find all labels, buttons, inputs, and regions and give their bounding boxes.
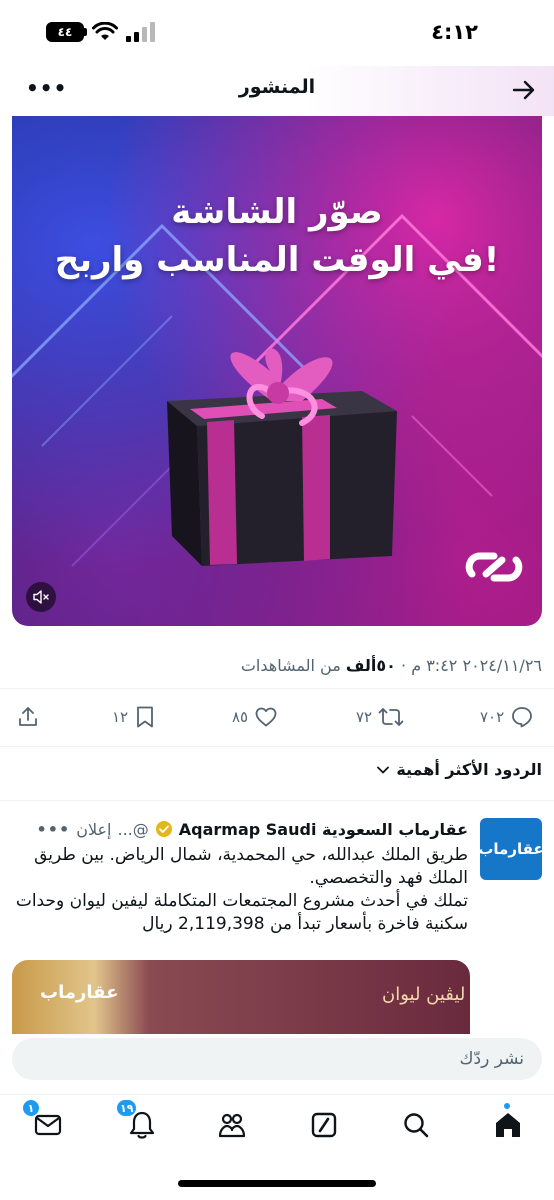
reply-input[interactable]: [12, 1038, 542, 1080]
status-bar: ٤:١٢ ٤٤: [0, 0, 554, 66]
replies-sort-dropdown[interactable]: الردود الأكثر أهمية: [376, 760, 542, 779]
promo-headline: صوّر الشاشة في الوقت المناسب واربح!: [12, 188, 542, 284]
share-icon: [19, 707, 37, 726]
avatar-text: عقارماب: [478, 840, 544, 858]
mute-button[interactable]: [26, 582, 56, 612]
nav-notifications[interactable]: ١٩: [116, 1099, 162, 1145]
wifi-icon: [92, 22, 118, 40]
ad-handle: @...: [117, 819, 149, 839]
post-media[interactable]: صوّر الشاشة في الوقت المناسب واربح!: [12, 116, 542, 626]
post-date: ٢٠٢٤/١١/٢٦: [462, 656, 542, 675]
nav-messages[interactable]: ١: [22, 1099, 68, 1145]
signal-icon: [126, 22, 155, 42]
ellipsis-icon[interactable]: •••: [26, 76, 67, 100]
promo-line-2: في الوقت المناسب واربح!: [54, 240, 500, 280]
nav-search[interactable]: [396, 1105, 436, 1145]
reply-button[interactable]: ٧٠٢: [480, 700, 534, 734]
search-icon: [404, 1113, 429, 1138]
speaker-muted-icon: [33, 590, 49, 604]
home-icon: [496, 1113, 520, 1137]
post-actions: ٧٠٢ ٧٢ ٨٥ ١٢: [0, 700, 554, 734]
battery-tip: [84, 28, 87, 36]
share-button[interactable]: [16, 700, 40, 734]
grok-icon: [311, 1112, 337, 1138]
post-time: ٣:٤٢ م: [411, 656, 458, 675]
divider: [0, 746, 554, 747]
chevron-down-icon: [377, 766, 390, 773]
ad-media-project: ليڤين ليوان: [382, 984, 466, 1005]
reply-icon: [512, 707, 533, 728]
ad-label: إعلان: [76, 819, 112, 839]
brand-link-logo-icon: [465, 552, 523, 582]
promo-line-1: صوّر الشاشة: [171, 192, 383, 232]
nav-communities[interactable]: [212, 1105, 252, 1145]
page-title: المنشور: [238, 76, 316, 98]
sort-label: الردود الأكثر أهمية: [396, 760, 542, 779]
post-meta: ٢٠٢٤/١١/٢٦ ٣:٤٢ م · ٥٠ألف من المشاهدات: [240, 656, 542, 675]
bookmark-button[interactable]: ١٢: [112, 700, 156, 734]
views-count: ٥٠ألف: [345, 656, 396, 675]
gift-box-illustration: [167, 348, 397, 566]
avatar[interactable]: عقارماب: [478, 818, 544, 880]
ad-media[interactable]: عقارماب ليڤين ليوان: [12, 960, 470, 1040]
messages-badge: ١: [22, 1099, 40, 1117]
ad-media-brand: عقارماب: [40, 982, 119, 1003]
ad-author-name[interactable]: عقارماب السعودية Aqarmap Saudi: [179, 820, 468, 839]
bookmark-icon: [137, 706, 154, 728]
views-label: من المشاهدات: [240, 656, 341, 675]
ad-text: طريق الملك عبدالله، حي المحمدية، شمال ال…: [8, 844, 468, 936]
clock-time: ٤:١٢: [431, 20, 478, 44]
nav-grok[interactable]: [304, 1105, 344, 1145]
like-count: ٨٥: [232, 708, 249, 726]
heart-icon: [255, 707, 277, 727]
reply-composer: [0, 1034, 554, 1084]
home-indicator: [178, 1180, 376, 1187]
battery-level: ٤٤: [57, 25, 73, 39]
ad-text-line-2: تملك في أحدث مشروع المجتمعات المتكاملة ل…: [15, 891, 468, 934]
ad-text-line-1: طريق الملك عبدالله، حي المحمدية، شمال ال…: [34, 845, 468, 888]
ad-header: عقارماب السعودية Aqarmap Saudi @... إعلا…: [12, 816, 468, 842]
arrow-right-icon[interactable]: [512, 78, 536, 102]
retweet-button[interactable]: ٧٢: [356, 700, 404, 734]
ad-more-icon[interactable]: •••: [37, 820, 71, 839]
nav-header: المنشور •••: [0, 66, 554, 116]
bookmark-count: ١٢: [112, 708, 129, 726]
reply-count: ٧٠٢: [480, 708, 505, 726]
nav-home[interactable]: [488, 1103, 528, 1145]
unread-dot: [504, 1103, 510, 1109]
retweet-count: ٧٢: [356, 708, 373, 726]
communities-icon: [218, 1113, 246, 1138]
like-button[interactable]: ٨٥: [232, 700, 278, 734]
notifications-badge: ١٩: [116, 1099, 138, 1117]
verified-badge-icon: [155, 821, 172, 837]
divider: [0, 688, 554, 689]
battery-icon: ٤٤: [46, 22, 84, 42]
retweet-icon: [378, 708, 404, 726]
envelope-icon: [34, 1114, 62, 1136]
divider: [0, 800, 554, 801]
